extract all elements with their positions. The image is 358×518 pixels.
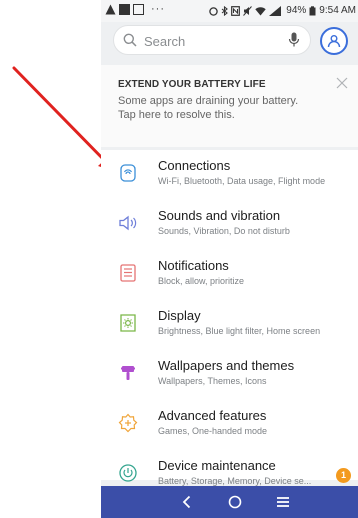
bluetooth-icon (221, 5, 229, 16)
item-title: Device maintenance (158, 458, 276, 473)
tip-text: Some apps are draining your battery. Tap… (118, 95, 299, 121)
item-subtitle: Brightness, Blue light filter, Home scre… (158, 326, 321, 336)
back-icon[interactable] (177, 492, 197, 512)
close-icon[interactable] (336, 77, 348, 89)
item-subtitle: Games, One-handed mode (158, 426, 268, 436)
notifications-icon (120, 264, 136, 282)
item-title: Display (158, 308, 201, 323)
item-title: Notifications (158, 258, 229, 273)
settings-item-display[interactable]: Display Brightness, Blue light filter, H… (101, 302, 358, 352)
item-title: Wallpapers and themes (158, 358, 295, 373)
warning-icon (105, 4, 116, 15)
recents-icon[interactable] (273, 492, 293, 512)
nfc-icon (231, 5, 241, 16)
mail-icon (133, 4, 144, 15)
item-subtitle: Wallpapers, Themes, Icons (158, 376, 267, 386)
display-icon (120, 314, 136, 332)
alarm-icon (209, 6, 219, 16)
status-bar: ··· 94% 9:54 AM (101, 0, 358, 22)
notification-badge: 1 (336, 468, 351, 483)
navigation-bar (101, 486, 358, 518)
settings-list: Connections Wi-Fi, Bluetooth, Data usage… (101, 150, 358, 486)
battery-percent: 94% (286, 5, 307, 16)
advanced-features-icon (118, 413, 138, 433)
speaker-icon (119, 215, 137, 231)
item-title: Sounds and vibration (158, 208, 281, 223)
search-bar[interactable] (113, 25, 311, 55)
item-title: Connections (158, 158, 231, 173)
profile-button[interactable] (320, 27, 348, 55)
item-subtitle: Battery, Storage, Memory, Device se... (158, 476, 312, 486)
home-icon[interactable] (225, 492, 245, 512)
settings-item-sounds[interactable]: Sounds and vibration Sounds, Vibration, … (101, 202, 358, 252)
profile-icon (327, 35, 341, 48)
connections-icon (120, 164, 136, 182)
settings-item-connections[interactable]: Connections Wi-Fi, Bluetooth, Data usage… (101, 152, 358, 202)
status-notification-icons: ··· (105, 3, 165, 15)
wallpaper-icon (121, 366, 135, 380)
settings-item-notifications[interactable]: Notifications Block, allow, prioritize (101, 252, 358, 302)
device-maintenance-icon (119, 464, 137, 482)
battery-icon (309, 5, 316, 15)
status-time: 9:54 AM (319, 5, 356, 16)
signal-icon (269, 5, 282, 16)
item-title: Advanced features (158, 408, 267, 423)
status-system-icons: 94% 9:54 AM (209, 5, 356, 16)
item-subtitle: Sounds, Vibration, Do not disturb (158, 226, 290, 236)
tip-title: EXTEND YOUR BATTERY LIFE (118, 79, 266, 90)
settings-item-wallpapers[interactable]: Wallpapers and themes Wallpapers, Themes… (101, 352, 358, 402)
wifi-icon (255, 6, 266, 15)
settings-item-advanced-features[interactable]: Advanced features Games, One-handed mode (101, 402, 358, 452)
search-input[interactable] (144, 31, 284, 51)
microphone-icon[interactable] (288, 32, 300, 48)
item-subtitle: Block, allow, prioritize (158, 276, 245, 286)
search-icon (123, 33, 137, 47)
more-notifications-dots: ··· (151, 3, 165, 15)
phone-screen: ··· 94% 9:54 AM EXTEND YOUR BATTERY LIFE… (101, 0, 358, 518)
item-subtitle: Wi-Fi, Bluetooth, Data usage, Flight mod… (158, 176, 326, 186)
battery-tip-card[interactable]: EXTEND YOUR BATTERY LIFE Some apps are d… (101, 65, 358, 147)
image-icon (119, 4, 130, 15)
mute-icon (243, 5, 253, 16)
